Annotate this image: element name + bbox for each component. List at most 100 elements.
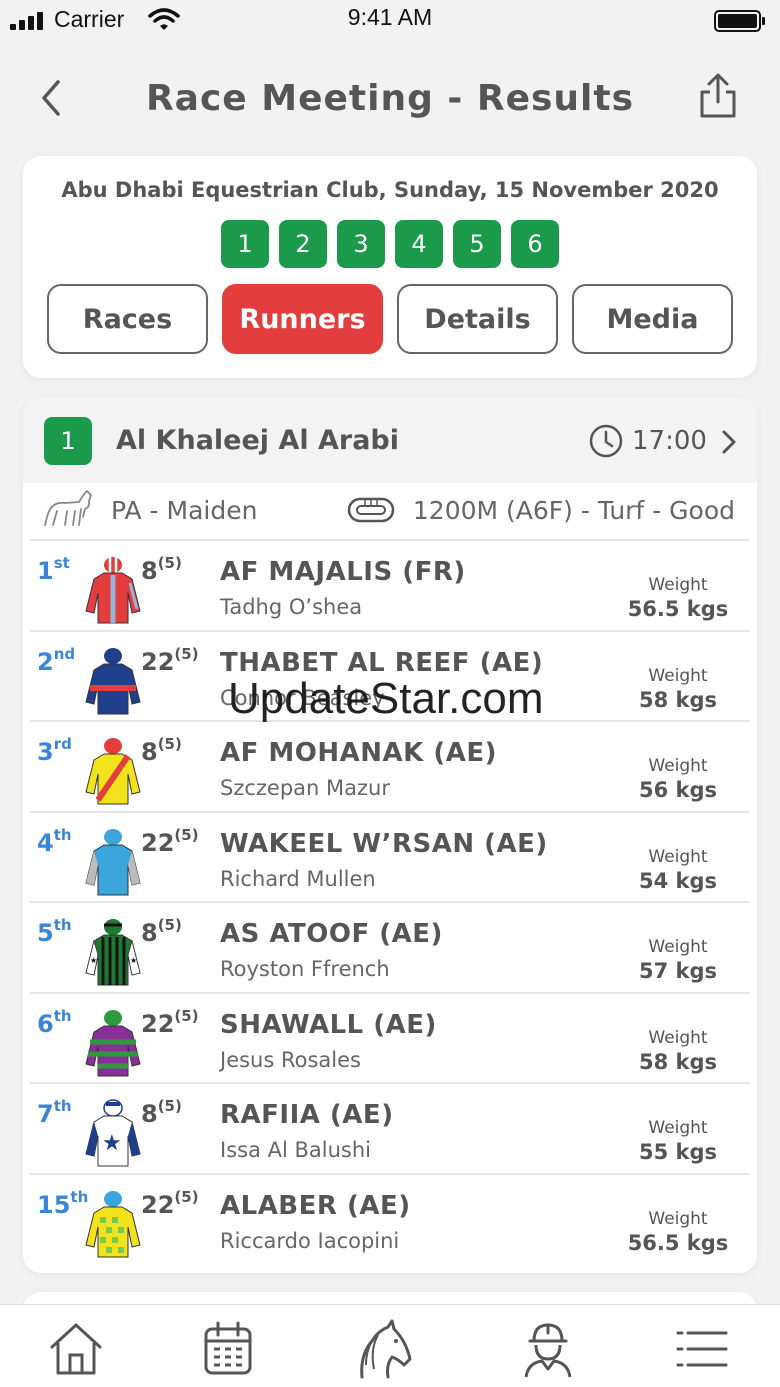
jockey-name: Issa Al Balushi [220, 1138, 371, 1162]
race-distance: 1200M (A6F) - Turf - Good [412, 496, 735, 525]
svg-text:★: ★ [90, 956, 97, 965]
runner-row[interactable]: 7th ★ 8(5) RAFIIA (AE) Issa Al Balushi W… [30, 1082, 750, 1173]
watermark: UpdateStar.com [228, 674, 544, 723]
battery-icon [714, 10, 765, 32]
runner-row[interactable]: 15th 22(5) ALABER (AE) Riccardo Iacopini… [30, 1172, 750, 1264]
jockey-name: Jesus Rosales [220, 1047, 361, 1072]
share-icon[interactable] [696, 72, 740, 120]
race-number-badge: 1 [44, 417, 92, 465]
tab-details[interactable]: Details [397, 284, 558, 354]
jockey-silks-icon [85, 828, 141, 895]
menu-icon[interactable] [672, 1319, 732, 1379]
weight-value: 55 kgs [638, 1140, 718, 1164]
jockey-silks-icon [85, 738, 141, 805]
meeting-title: Abu Dhabi Equestrian Club, Sunday, 15 No… [61, 178, 719, 202]
race-number-button[interactable]: 6 [511, 220, 559, 268]
jockey-icon[interactable] [518, 1319, 578, 1379]
jockey-name: Szczepan Mazur [220, 776, 390, 800]
race-number-button[interactable]: 5 [453, 220, 501, 268]
finish-position: 7th [37, 1097, 72, 1128]
weight-label: Weight [648, 756, 708, 776]
jockey-silks-icon [85, 647, 141, 714]
jockey-silks-icon [85, 1009, 141, 1076]
weight-value: 57 kgs [638, 959, 718, 983]
jockey-name: Richard Mullen [220, 866, 376, 891]
weight-label: Weight [648, 937, 708, 957]
race-number-button[interactable]: 2 [279, 220, 327, 268]
runner-row[interactable]: 5th ★ ★ 8(5) AS ATOOF (AE) Royston Ffrenc… [30, 901, 750, 992]
weight-value: 54 kgs [638, 868, 718, 893]
weight-value: 56.5 kgs [627, 1230, 729, 1255]
racetrack-icon [347, 497, 395, 523]
weight-value: 58 kgs [638, 687, 718, 712]
calendar-icon[interactable] [198, 1319, 258, 1379]
draw-number: 8(5) [141, 554, 182, 585]
finish-position: 1st [37, 554, 70, 585]
race-type: PA - Maiden [111, 496, 258, 525]
horse-name: SHAWALL (AE) [220, 1009, 437, 1040]
chevron-right-icon[interactable] [721, 429, 737, 455]
finish-position: 5th [37, 916, 72, 947]
race-time: 17:00 [632, 426, 707, 456]
tab-media[interactable]: Media [572, 284, 733, 354]
horse-head-icon[interactable] [352, 1319, 412, 1379]
bottom-tab-bar [0, 1304, 780, 1387]
weight-label: Weight [648, 846, 708, 867]
finish-position: 3rd [37, 735, 72, 766]
page-title: Race Meeting - Results [145, 78, 635, 119]
draw-number: 22(5) [141, 1187, 199, 1219]
runner-row[interactable]: 1st 8(5) AF MAJALIS (FR) Tadhg O’shea We… [30, 539, 750, 630]
horse-name: ALABER (AE) [220, 1190, 411, 1221]
horse-name: AF MOHANAK (AE) [220, 738, 498, 768]
weight-label: Weight [648, 665, 708, 686]
draw-number: 22(5) [141, 644, 199, 676]
horse-name: AF MAJALIS (FR) [220, 557, 466, 587]
jockey-silks-icon [85, 557, 141, 624]
jockey-silks-icon: ★ ★ [85, 919, 141, 986]
draw-number: 8(5) [141, 1097, 182, 1128]
tab-races[interactable]: Races [47, 284, 208, 354]
jockey-name: Royston Ffrench [220, 957, 390, 981]
finish-position: 4th [37, 825, 72, 857]
jockey-silks-icon: ★ [85, 1099, 141, 1167]
finish-position: 6th [37, 1006, 72, 1038]
race-info: PA - Maiden 1200M (A6F) - Turf - Good [23, 483, 757, 539]
home-icon[interactable] [46, 1319, 106, 1379]
weight-label: Weight [648, 575, 708, 595]
draw-number: 8(5) [141, 916, 182, 947]
svg-text:★: ★ [130, 956, 137, 965]
weight-value: 56.5 kgs [627, 597, 729, 621]
horse-name: WAKEEL W’RSAN (AE) [220, 828, 548, 859]
clock-time: 9:41 AM [347, 4, 433, 30]
view-tabs: Races Runners Details Media [47, 284, 733, 354]
draw-number: 22(5) [141, 1006, 199, 1038]
race-name: Al Khaleej Al Arabi [116, 425, 400, 456]
horse-name: THABET AL REEF (AE) [220, 647, 544, 678]
race-header[interactable]: 1 Al Khaleej Al Arabi 17:00 [23, 397, 757, 483]
nav-bar: Race Meeting - Results [0, 60, 780, 140]
runner-row[interactable]: 3rd 8(5) AF MOHANAK (AE) Szczepan Mazur … [30, 720, 750, 811]
race-number-button[interactable]: 1 [221, 220, 269, 268]
finish-position: 2nd [37, 644, 76, 676]
runners-list: 1st 8(5) AF MAJALIS (FR) Tadhg O’shea We… [30, 539, 750, 1263]
jockey-name: Riccardo Iacopini [220, 1228, 400, 1253]
race-card: 1 Al Khaleej Al Arabi 17:00 PA - Maiden … [23, 397, 757, 1273]
draw-number: 22(5) [141, 825, 199, 857]
svg-text:★: ★ [102, 1131, 122, 1156]
horse-name: RAFIIA (AE) [220, 1100, 394, 1130]
race-number-button[interactable]: 3 [337, 220, 385, 268]
weight-label: Weight [648, 1027, 708, 1048]
meeting-card: Abu Dhabi Equestrian Club, Sunday, 15 No… [23, 156, 757, 378]
status-bar: Carrier 9:41 AM [0, 0, 780, 40]
race-number-button[interactable]: 4 [395, 220, 443, 268]
weight-value: 56 kgs [638, 778, 718, 802]
weight-label: Weight [648, 1118, 708, 1138]
tab-runners[interactable]: Runners [222, 284, 383, 354]
jockey-silks-icon [85, 1190, 141, 1257]
runner-row[interactable]: 4th 22(5) WAKEEL W’RSAN (AE) Richard Mul… [30, 810, 750, 902]
race-number-selector: 1 2 3 4 5 6 [23, 220, 757, 268]
clock-icon [589, 424, 623, 458]
jockey-name: Tadhg O’shea [220, 595, 363, 619]
runner-row[interactable]: 6th 22(5) SHAWALL (AE) Jesus Rosales Wei… [30, 991, 750, 1083]
horse-name: AS ATOOF (AE) [220, 919, 443, 949]
